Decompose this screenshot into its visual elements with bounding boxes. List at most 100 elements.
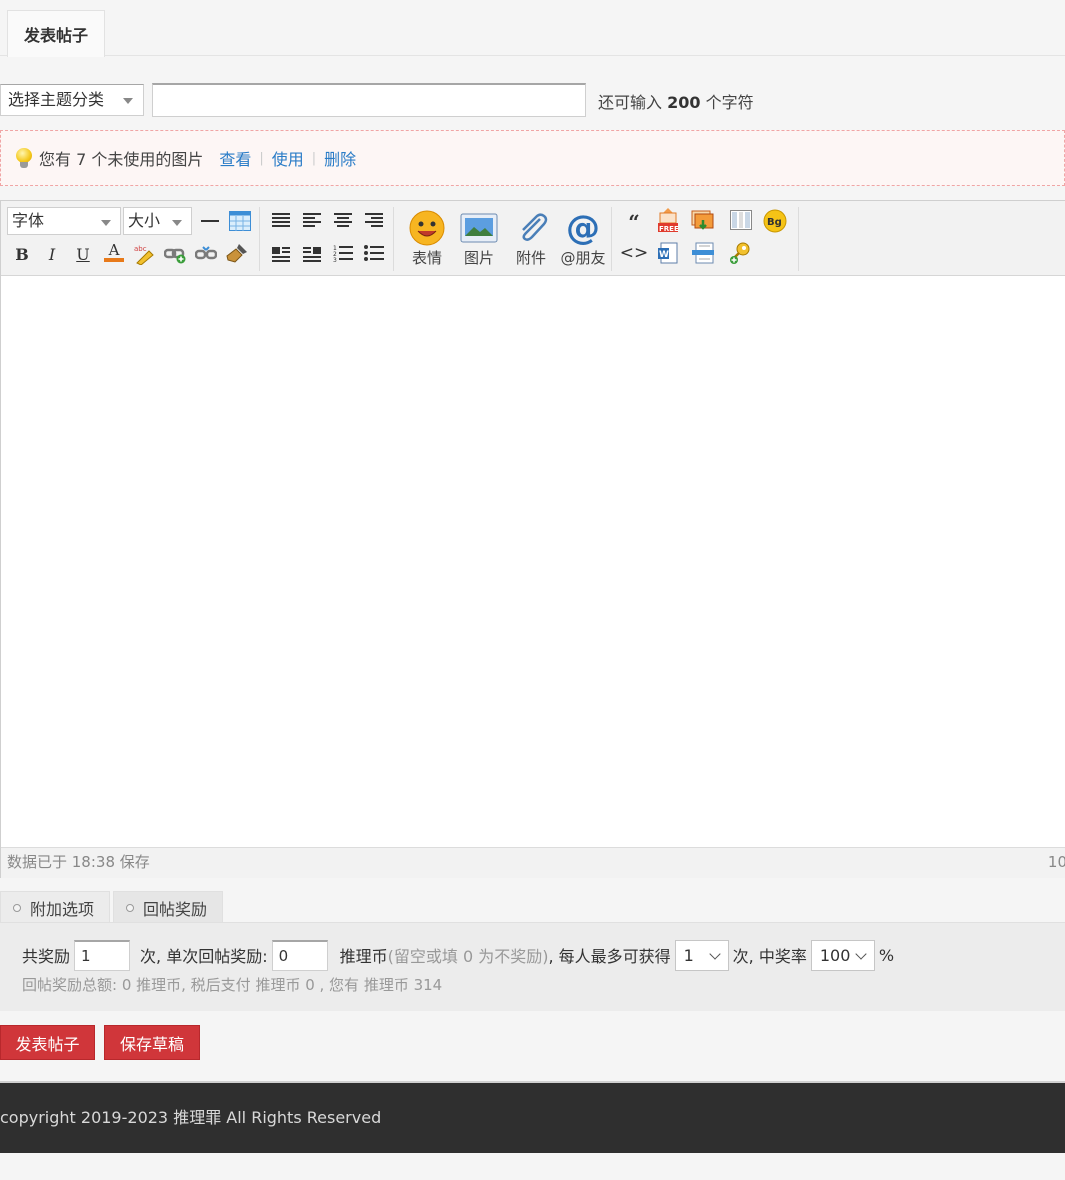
quote-button[interactable]: “ (621, 209, 647, 235)
win-rate-select[interactable]: 100 (810, 939, 875, 971)
bullet-icon (126, 903, 134, 912)
unordered-list-icon (364, 245, 384, 261)
mention-friend-button[interactable]: @ @朋友 (558, 207, 608, 269)
align-center-icon (334, 213, 352, 227)
float-right-icon (303, 247, 321, 262)
total-reward-input[interactable]: 1 (74, 939, 131, 971)
italic-button[interactable]: I (39, 241, 65, 267)
currency-label: 推理币 (339, 947, 388, 966)
font-size-select[interactable]: 大小 (123, 207, 192, 235)
bold-button[interactable]: B (9, 241, 35, 267)
toolbar-group-extra: “ FREE Bg <> W (615, 207, 799, 271)
svg-text:FREE: FREE (659, 225, 679, 233)
float-right-button[interactable] (299, 240, 325, 266)
insert-media-button[interactable] (690, 207, 716, 233)
toolbar-group-align: 123 (265, 207, 394, 271)
horizontal-rule-button[interactable] (197, 208, 223, 234)
code-button[interactable]: <> (620, 240, 649, 266)
align-left-button[interactable] (299, 208, 325, 234)
unlink-icon (195, 246, 217, 260)
table-button[interactable] (227, 208, 253, 234)
bg-badge-icon: Bg (763, 209, 787, 233)
percent-sign: % (878, 945, 895, 965)
svg-text:3: 3 (333, 257, 337, 262)
ordered-list-icon: 123 (333, 245, 353, 262)
tab-post-thread[interactable]: 发表帖子 (7, 10, 105, 57)
max-times-value: 1 (683, 945, 694, 965)
at-sign-icon: @ (566, 208, 600, 248)
svg-text:abc: abc (134, 245, 147, 253)
save-draft-button[interactable]: 保存草稿 (104, 1025, 200, 1060)
brush-icon (226, 244, 247, 263)
attachment-button[interactable]: 附件 (507, 207, 555, 269)
font-color-label: A (108, 241, 120, 259)
dropdown-arrow-icon (123, 98, 133, 104)
background-color-button[interactable]: abc (131, 241, 157, 267)
key-icon (730, 242, 750, 264)
tab-extra-options[interactable]: 附加选项 (0, 891, 110, 923)
page-break-button[interactable] (690, 240, 716, 266)
media-icon (691, 210, 714, 230)
columns-button[interactable] (728, 207, 754, 233)
post-tabbar: 发表帖子 (0, 0, 1065, 57)
smiley-icon (407, 209, 447, 247)
remaining-chars-hint: 还可输入 200 个字符 (598, 89, 754, 113)
align-center-button[interactable] (330, 208, 356, 234)
word-document-icon: W (658, 242, 678, 264)
mention-friend-label: @朋友 (560, 249, 606, 267)
copyright-text: copyright 2019-2023 推理罪 All Rights Reser… (0, 1108, 382, 1127)
subject-title-input[interactable] (152, 83, 586, 117)
remaining-count: 200 (667, 93, 701, 112)
free-tag-icon: FREE (658, 208, 679, 233)
tab-extra-options-label: 附加选项 (30, 899, 95, 919)
align-right-button[interactable] (361, 208, 387, 234)
max-times-select[interactable]: 1 (674, 939, 729, 971)
toolbar-group-format: 字体 大小 B I U A abc (5, 207, 260, 271)
reply-reward-panel: 共奖励 1 次, 单次回帖奖励: 0 推理币 (留空或填 0 为不奖励) , 每… (0, 922, 1065, 1011)
underline-button[interactable]: U (70, 241, 96, 267)
insert-image-button[interactable]: 图片 (455, 207, 503, 269)
unlink-button[interactable] (193, 241, 219, 267)
paperclip-icon (511, 209, 551, 247)
ordered-list-button[interactable]: 123 (330, 240, 356, 266)
win-rate-label: 次, 中奖率 (732, 947, 807, 966)
per-reward-input[interactable]: 0 (271, 939, 328, 971)
float-left-button[interactable] (268, 240, 294, 266)
font-family-select[interactable]: 字体 (7, 207, 121, 235)
reward-summary: 回帖奖励总额: 0 推理币, 税后支付 推理币 0 , 您有 推理币 314 (22, 976, 443, 994)
lightbulb-icon (15, 147, 33, 169)
autosave-status: 数据已于 18:38 保存 (7, 853, 150, 871)
align-right-icon (365, 213, 383, 227)
free-content-button[interactable]: FREE (655, 207, 681, 233)
reward-settings-row: 共奖励 1 次, 单次回帖奖励: 0 推理币 (留空或填 0 为不奖励) , 每… (22, 939, 894, 971)
unused-images-message: 您有 7 个未使用的图片 (39, 150, 204, 169)
justify-button[interactable] (268, 208, 294, 234)
align-left-icon (303, 213, 321, 227)
emoji-label: 表情 (411, 249, 442, 267)
category-select[interactable]: 选择主题分类 (0, 84, 144, 116)
view-images-link[interactable]: 查看 (219, 146, 251, 170)
chevron-down-icon (855, 947, 867, 960)
delete-images-link[interactable]: 删除 (324, 146, 356, 170)
background-button[interactable]: Bg (762, 208, 788, 234)
chevron-down-icon (708, 947, 721, 960)
insert-link-button[interactable] (162, 241, 188, 267)
paste-word-button[interactable]: W (655, 240, 681, 266)
font-family-label: 字体 (12, 211, 45, 230)
editor-content-area[interactable] (1, 276, 1065, 847)
image-icon (459, 209, 499, 247)
tab-reply-reward[interactable]: 回帖奖励 (113, 891, 223, 923)
emoji-button[interactable]: 表情 (403, 207, 451, 269)
submit-post-button[interactable]: 发表帖子 (0, 1025, 95, 1060)
font-color-button[interactable]: A (101, 239, 127, 265)
page-footer: copyright 2019-2023 推理罪 All Rights Reser… (0, 1081, 1065, 1153)
remaining-prefix: 还可输入 (598, 93, 663, 112)
image-label: 图片 (463, 249, 494, 267)
dropdown-arrow-icon (101, 220, 111, 226)
unordered-list-button[interactable] (361, 240, 387, 266)
clear-format-button[interactable] (224, 240, 250, 266)
hide-content-button[interactable] (727, 240, 753, 266)
svg-text:Bg: Bg (767, 217, 782, 228)
use-images-link[interactable]: 使用 (272, 146, 304, 170)
editor-toolbar: 字体 大小 B I U A abc 1 2 3 表情 图片 附件 @ @朋友 “… (1, 201, 1065, 276)
